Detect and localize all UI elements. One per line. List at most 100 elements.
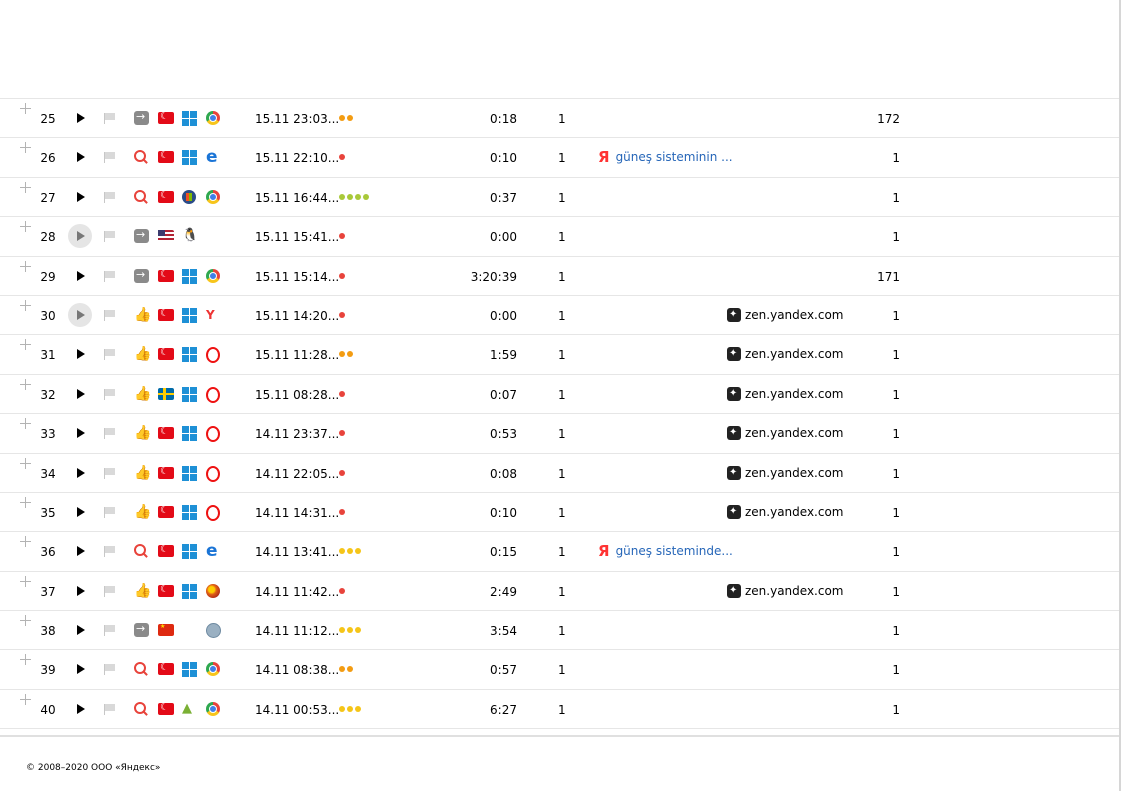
visit-duration: 0:15 [490,545,517,560]
referrer[interactable]: zen.yandex.com [727,465,844,481]
expand-plus-icon[interactable] [20,418,32,430]
search-phrase[interactable]: Яgüneş sisteminin ... [598,150,733,165]
flag-icon[interactable] [104,191,116,204]
play-button[interactable] [68,500,92,524]
flag-icon[interactable] [104,270,116,283]
windows-icon [182,544,197,560]
flag-icon[interactable] [104,625,116,637]
visit-count: 1 [892,584,900,599]
row-number: 38 [40,624,56,639]
row-number: 27 [40,190,56,205]
referrer-link[interactable]: zen.yandex.com [745,505,844,519]
expand-plus-icon[interactable] [20,496,32,509]
page-views: 1 [558,663,566,678]
referrer[interactable]: zen.yandex.com [727,583,844,599]
referrer-link[interactable]: zen.yandex.com [745,466,844,480]
flag-us-icon [158,230,174,243]
referrer-link[interactable]: zen.yandex.com [745,308,844,322]
depth-dots [339,349,353,359]
depth-dot [339,548,345,555]
play-button[interactable] [68,697,92,721]
expand-plus-icon[interactable] [20,221,32,233]
expand-plus-icon[interactable] [20,575,32,588]
flag-icon[interactable] [104,309,116,322]
play-button[interactable] [68,224,92,249]
flag-tr-icon [158,346,174,361]
visit-time: 15.11 11:28... [255,348,340,363]
play-button[interactable] [68,421,92,445]
zen-icon [727,307,741,323]
play-button[interactable] [68,579,92,603]
opera-icon [206,426,220,443]
play-button[interactable] [68,106,92,130]
table-row: 27 15.11 16:44... 0:37 1 1 [0,178,1119,218]
expand-plus-icon[interactable] [20,142,32,154]
row-number: 36 [40,545,56,560]
flag-icon[interactable] [104,506,116,519]
depth-dots [339,310,345,320]
flag-icon[interactable] [104,428,116,440]
expand-plus-icon[interactable] [20,299,32,312]
flag-tr-icon [158,465,174,479]
flag-icon[interactable] [104,585,116,598]
referrer[interactable]: zen.yandex.com [727,504,844,520]
arrow-icon [134,109,149,125]
row-number: 31 [40,348,56,363]
referrer[interactable]: zen.yandex.com [727,425,844,441]
expand-plus-icon[interactable] [20,615,32,627]
play-button[interactable] [68,145,92,169]
visit-count: 1 [892,545,900,560]
referrer-link[interactable]: zen.yandex.com [745,426,844,440]
expand-plus-icon[interactable] [20,654,32,666]
flag-icon[interactable] [104,388,116,401]
referrer[interactable]: zen.yandex.com [727,307,844,323]
chrome-icon [206,662,220,677]
visit-count: 1 [892,663,900,678]
edge-icon: e [206,541,218,562]
play-button[interactable] [68,618,92,642]
flag-icon[interactable] [104,231,116,243]
expand-plus-icon[interactable] [20,181,32,194]
expand-plus-icon[interactable] [20,693,32,706]
depth-dot [339,115,345,121]
expand-plus-icon[interactable] [20,536,32,548]
search-phrase-link[interactable]: güneş sisteminin ... [616,150,733,164]
expand-plus-icon[interactable] [20,339,32,351]
depth-dot [339,233,345,240]
expand-plus-icon[interactable] [20,378,32,391]
expand-plus-icon[interactable] [20,103,32,115]
depth-dot [339,193,345,200]
referrer-link[interactable]: zen.yandex.com [745,584,844,598]
visit-time: 14.11 13:41... [255,545,340,560]
play-button[interactable] [68,461,92,485]
play-button[interactable] [68,264,92,288]
search-phrase[interactable]: Яgüneş sisteminde... [598,544,733,559]
table-row: 39 14.11 08:38... 0:57 1 1 [0,650,1119,690]
flag-icon[interactable] [104,546,116,558]
flag-icon[interactable] [104,113,116,125]
play-button[interactable] [68,539,92,563]
depth-dot [355,627,361,634]
play-button[interactable] [68,342,92,366]
expand-plus-icon[interactable] [20,457,32,470]
play-button[interactable] [68,382,92,406]
table-row: 26 e 15.11 22:10... 0:10 1 Яgüneş sisteminin … [0,138,1119,178]
row-number: 35 [40,505,56,520]
flag-icon[interactable] [104,703,116,716]
referrer[interactable]: zen.yandex.com [727,346,844,362]
referrer-link[interactable]: zen.yandex.com [745,347,844,361]
page-views: 1 [558,624,566,639]
flag-icon[interactable] [104,664,116,676]
play-button[interactable] [68,185,92,209]
flag-icon[interactable] [104,349,116,361]
depth-dot [355,193,361,200]
expand-plus-icon[interactable] [20,260,32,273]
search-phrase-link[interactable]: güneş sisteminde... [616,544,733,558]
chrome-icon [206,701,220,716]
flag-icon[interactable] [104,467,116,480]
play-button[interactable] [68,657,92,681]
referrer-link[interactable]: zen.yandex.com [745,387,844,401]
flag-icon[interactable] [104,152,116,164]
play-button[interactable] [68,302,92,327]
referrer[interactable]: zen.yandex.com [727,386,844,402]
